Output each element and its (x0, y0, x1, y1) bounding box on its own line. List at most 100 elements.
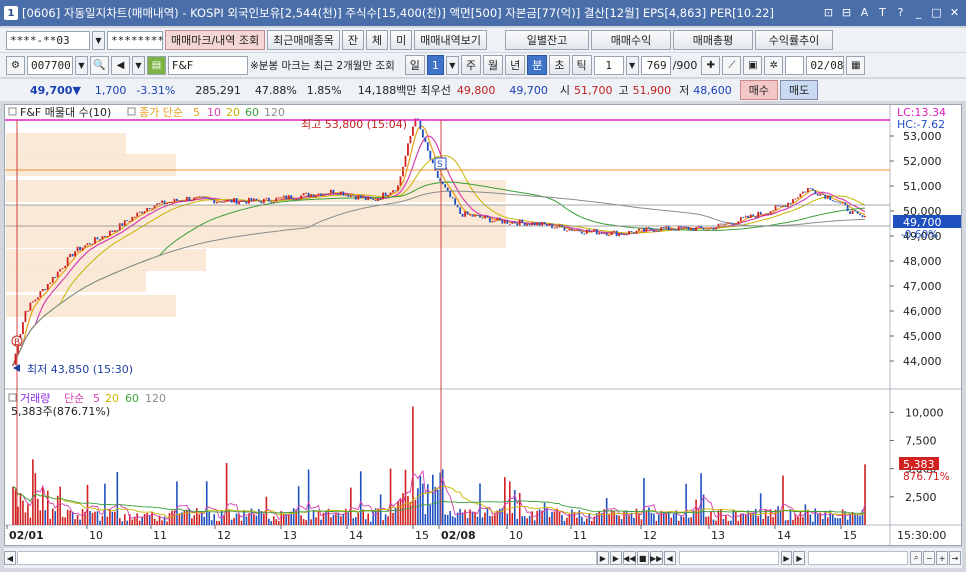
scroll-left-icon[interactable]: ◀ (4, 551, 16, 565)
zoom-track[interactable] (678, 551, 779, 565)
settings-icon[interactable]: ⚙ (6, 55, 25, 75)
volume-bar (672, 513, 675, 525)
stop-icon[interactable]: ■ (636, 551, 649, 565)
add-indicator-icon[interactable]: ✚ (701, 55, 721, 75)
buy-button[interactable]: 매수 (739, 80, 778, 100)
trade-mark-button[interactable]: 매매마크/내역 조회 (165, 30, 266, 50)
return-trend-button[interactable]: 수익률추이 (755, 30, 834, 50)
font-t-icon[interactable]: T (875, 4, 890, 20)
price-candle (255, 198, 258, 201)
trade-profit-button[interactable]: 매매수익 (591, 30, 672, 50)
volume-bar (342, 513, 345, 525)
step-forward-icon[interactable]: ▶ (780, 551, 793, 565)
scroll-track[interactable] (16, 551, 597, 565)
font-a-icon[interactable]: A (857, 4, 872, 20)
chart-panel[interactable]: F&F 매물대 수(10) 종가 단순 5 10 20 60 120 LC:13… (4, 104, 962, 546)
price-candle (81, 247, 84, 251)
step-back-icon[interactable]: ◀ (663, 551, 676, 565)
price-candle (715, 227, 717, 230)
fit-icon[interactable]: → (949, 551, 961, 565)
volume-bar (653, 513, 655, 525)
password-input[interactable]: ******** (107, 30, 164, 50)
quote-bar: 49,700▼ 1,700 -3.31% 285,291 47.88% 1.85… (0, 79, 966, 101)
price-candle (359, 195, 362, 198)
maximize-icon[interactable]: □ (929, 4, 944, 20)
account-input[interactable]: ****-**03 (6, 30, 90, 50)
price-candle (320, 193, 322, 196)
draw-tool-icon[interactable]: ⟋ (722, 55, 742, 75)
volume-legend-box-icon[interactable] (8, 393, 17, 402)
calendar-icon[interactable]: ▦ (846, 55, 866, 75)
ratio-value: 1.85% (306, 83, 342, 97)
period-day-button[interactable]: 일 (404, 55, 425, 75)
day-count-field[interactable]: 1 (426, 55, 444, 75)
period-second-button[interactable]: 초 (549, 55, 570, 75)
period-minute-button[interactable]: 분 (527, 55, 548, 75)
forward-icon[interactable]: ▶▶ (649, 551, 663, 565)
date-input[interactable]: 02/08 (806, 55, 845, 75)
trade-history-button[interactable]: 매매내역보기 (414, 30, 488, 50)
filled-button[interactable]: 체 (366, 30, 389, 50)
stock-name-field[interactable]: F&F (168, 55, 248, 75)
help-icon[interactable]: ? (893, 4, 908, 20)
ma-legend-box-icon[interactable] (127, 107, 136, 116)
price-tick-label: 48,000 (903, 255, 942, 268)
save-icon[interactable]: ▣ (743, 55, 763, 75)
period-week-button[interactable]: 주 (460, 55, 481, 75)
price-candle (330, 189, 332, 194)
scroll-end-icon[interactable]: ▶ (793, 551, 806, 565)
volume-bar (466, 518, 469, 525)
copy-window-icon[interactable]: ⊟ (839, 4, 854, 20)
time-tick-label: 11 (573, 529, 587, 542)
legend-box-icon[interactable] (8, 107, 17, 116)
price-candle (675, 229, 678, 231)
volume-bar (491, 515, 494, 525)
balance-button[interactable]: 잔 (341, 30, 365, 50)
sell-button[interactable]: 매도 (779, 80, 819, 100)
daily-balance-button[interactable]: 일별잔고 (505, 30, 590, 50)
prev-dropdown-icon[interactable]: ▼ (132, 55, 145, 75)
date-checkbox[interactable] (785, 55, 805, 75)
screen-icon[interactable]: ⊡ (821, 4, 836, 20)
price-candle (94, 237, 96, 244)
time-tick-label: 10 (509, 529, 523, 542)
interval-input[interactable]: 1 (593, 55, 624, 75)
account-dropdown-icon[interactable]: ▼ (92, 30, 105, 50)
zoom-in-icon[interactable]: + (936, 551, 949, 565)
price-candle (166, 202, 168, 205)
window-title: [0606] 자동일지차트(매매내역) - KOSPI 외국인보유[2,544(… (22, 6, 774, 20)
minimize-icon[interactable]: _ (911, 4, 926, 20)
price-candle (851, 210, 854, 214)
price-volume-chart[interactable]: F&F 매물대 수(10) 종가 단순 5 10 20 60 120 LC:13… (5, 105, 961, 545)
volume-ma-lines (12, 469, 866, 520)
price-candle (158, 203, 161, 205)
volume-bar (218, 521, 220, 525)
range-track[interactable] (808, 551, 909, 565)
trade-summary-button[interactable]: 매매총평 (673, 30, 754, 50)
day-count-dropdown-icon[interactable]: ▼ (445, 55, 459, 75)
zoom-search-icon[interactable]: ⌕ (910, 551, 923, 565)
code-dropdown-icon[interactable]: ▼ (75, 55, 88, 75)
volume-bar (79, 519, 81, 525)
close-icon[interactable]: ✕ (947, 4, 962, 20)
interval-dropdown-icon[interactable]: ▼ (625, 55, 639, 75)
play-icon[interactable]: ▶ (609, 551, 622, 565)
volume-bar (576, 517, 578, 525)
search-icon[interactable]: 🔍 (90, 55, 109, 75)
count-input[interactable]: 769 (640, 55, 671, 75)
recent-trade-button[interactable]: 최근매매종목 (267, 30, 340, 50)
period-month-button[interactable]: 월 (483, 55, 504, 75)
zoom-out-icon[interactable]: − (923, 551, 936, 565)
scroll-right-icon[interactable]: ▶ (596, 551, 609, 565)
volume-bar (792, 519, 794, 525)
stock-code-input[interactable]: 007700 (27, 55, 73, 75)
volume-bar (305, 520, 307, 525)
gear-icon[interactable]: ✲ (764, 55, 784, 75)
unfilled-button[interactable]: 미 (390, 30, 413, 50)
volume-bar (551, 511, 553, 525)
period-tick-button[interactable]: 틱 (571, 55, 592, 75)
rewind-icon[interactable]: ◀◀ (622, 551, 636, 565)
prev-stock-icon[interactable]: ◀ (111, 55, 130, 75)
volume-bar (263, 513, 265, 525)
period-year-button[interactable]: 년 (505, 55, 526, 75)
